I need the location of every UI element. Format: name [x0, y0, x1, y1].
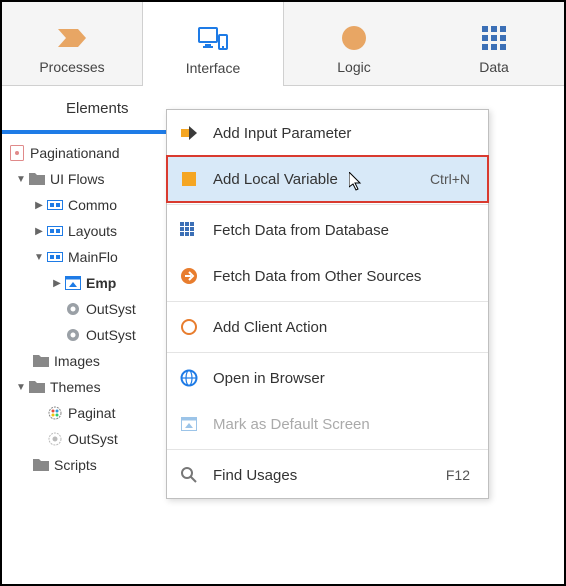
database-icon — [179, 220, 199, 240]
menu-add-input-parameter-label: Add Input Parameter — [213, 125, 488, 142]
context-menu: Add Input Parameter Add Local Variable C… — [166, 109, 489, 499]
flow-icon — [46, 222, 64, 240]
fetch-other-icon — [179, 266, 199, 286]
menu-add-local-variable-shortcut: Ctrl+N — [430, 171, 488, 187]
input-param-icon — [179, 123, 199, 143]
chevron-down-icon: ▼ — [32, 252, 46, 263]
menu-fetch-other-label: Fetch Data from Other Sources — [213, 268, 488, 285]
tree-mainflow-label: MainFlo — [68, 249, 118, 265]
folder-icon — [28, 170, 46, 188]
block-icon — [64, 326, 82, 344]
menu-fetch-other[interactable]: Fetch Data from Other Sources — [167, 253, 488, 299]
folder-icon — [32, 352, 50, 370]
module-icon — [8, 144, 26, 162]
processes-icon — [57, 23, 87, 53]
chevron-right-icon: ▶ — [32, 200, 46, 211]
screen-icon — [64, 274, 82, 292]
theme-icon — [46, 430, 64, 448]
menu-separator — [167, 352, 488, 353]
theme-icon — [46, 404, 64, 422]
menu-find-usages-label: Find Usages — [213, 467, 446, 484]
tree-scripts-label: Scripts — [54, 457, 97, 473]
menu-add-input-parameter[interactable]: Add Input Parameter — [167, 110, 488, 156]
menu-add-client-action[interactable]: Add Client Action — [167, 304, 488, 350]
tab-data-label: Data — [479, 59, 509, 75]
tab-processes[interactable]: Processes — [2, 2, 142, 85]
menu-add-local-variable-label: Add Local Variable — [213, 171, 430, 188]
tab-logic[interactable]: Logic — [284, 2, 424, 85]
menu-open-browser[interactable]: Open in Browser — [167, 355, 488, 401]
tree-paginat-label: Paginat — [68, 405, 115, 421]
chevron-right-icon: ▶ — [32, 226, 46, 237]
top-toolbar: Processes Interface Logic Data — [2, 2, 564, 86]
menu-fetch-database[interactable]: Fetch Data from Database — [167, 207, 488, 253]
tree-emp-label: Emp — [86, 275, 116, 291]
tab-interface-label: Interface — [186, 60, 240, 76]
menu-fetch-database-label: Fetch Data from Database — [213, 222, 488, 239]
folder-icon — [32, 456, 50, 474]
tree-module-label: Paginationand — [30, 145, 120, 161]
client-action-icon — [179, 317, 199, 337]
tab-data[interactable]: Data — [424, 2, 564, 85]
menu-separator — [167, 449, 488, 450]
folder-icon — [28, 378, 46, 396]
block-icon — [64, 300, 82, 318]
tab-logic-label: Logic — [337, 59, 370, 75]
menu-find-usages[interactable]: Find Usages F12 — [167, 452, 488, 498]
tree-outsyst3-label: OutSyst — [68, 431, 118, 447]
subtab-elements-label: Elements — [66, 100, 129, 117]
tree-outsys2-label: OutSyst — [86, 327, 136, 343]
menu-separator — [167, 204, 488, 205]
menu-open-browser-label: Open in Browser — [213, 370, 488, 387]
menu-add-client-action-label: Add Client Action — [213, 319, 488, 336]
tree-common-label: Commo — [68, 197, 117, 213]
chevron-down-icon: ▼ — [14, 382, 28, 393]
tree-themes-label: Themes — [50, 379, 101, 395]
browser-icon — [179, 368, 199, 388]
menu-add-local-variable[interactable]: Add Local Variable Ctrl+N — [167, 156, 488, 202]
interface-icon — [198, 24, 228, 54]
search-icon — [179, 465, 199, 485]
chevron-down-icon: ▼ — [14, 174, 28, 185]
tree-outsys1-label: OutSyst — [86, 301, 136, 317]
flow-icon — [46, 196, 64, 214]
flow-icon — [46, 248, 64, 266]
tree-images-label: Images — [54, 353, 100, 369]
menu-mark-default: Mark as Default Screen — [167, 401, 488, 447]
logic-icon — [339, 23, 369, 53]
default-screen-icon — [179, 414, 199, 434]
menu-find-usages-shortcut: F12 — [446, 467, 488, 483]
tab-interface[interactable]: Interface — [142, 2, 284, 86]
tree-uiflows-label: UI Flows — [50, 171, 104, 187]
local-variable-icon — [179, 169, 199, 189]
tab-processes-label: Processes — [39, 59, 104, 75]
menu-mark-default-label: Mark as Default Screen — [213, 416, 488, 433]
data-icon — [479, 23, 509, 53]
chevron-right-icon: ▶ — [50, 278, 64, 289]
menu-separator — [167, 301, 488, 302]
tree-layouts-label: Layouts — [68, 223, 117, 239]
